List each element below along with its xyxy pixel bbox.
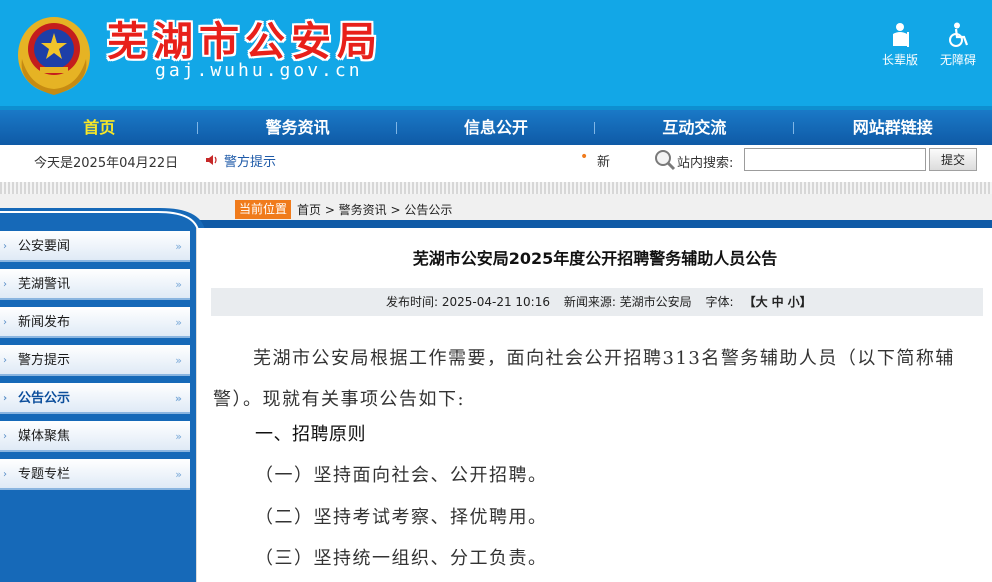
elder-mode-button[interactable]: 长辈版 (874, 22, 926, 68)
section-heading: 一、招聘原则 (255, 424, 366, 445)
nav-item-police-news[interactable]: 警务资讯 (198, 110, 398, 145)
bullet-icon: › (3, 317, 7, 328)
font-small-link[interactable]: 小 (788, 295, 800, 309)
double-chevron-icon: » (174, 392, 182, 405)
breadcrumb-badge: 当前位置 (235, 200, 292, 219)
search-input[interactable] (744, 148, 926, 171)
double-chevron-icon: » (175, 316, 182, 329)
today-date: 今天是2025年04月22日 (34, 156, 179, 171)
site-header: 芜湖市公安局 gaj.wuhu.gov.cn 长辈版 无障碍 (0, 0, 992, 110)
sidebar-item-label: 公告公示 (18, 391, 71, 406)
article: 芜湖市公安局2025年度公开招聘警务辅助人员公告 发布时间: 2025-04-2… (196, 228, 992, 582)
sidebar-item-label: 新闻发布 (18, 315, 71, 330)
double-chevron-icon: » (175, 430, 182, 443)
font-bracket-open: 【 (743, 295, 756, 309)
sidebar-header-curve (0, 208, 205, 230)
search-icon (655, 150, 676, 171)
ticker-text[interactable]: 新 (597, 151, 610, 170)
font-size-label: 字体: (705, 295, 734, 309)
sidebar-item-wuhu-alerts[interactable]: › 芜湖警讯 » (0, 269, 190, 300)
sidebar-item-label: 芜湖警讯 (18, 277, 71, 292)
police-emblem-icon (18, 17, 90, 95)
nav-item-home[interactable]: 首页 (0, 110, 199, 145)
elder-mode-label: 长辈版 (881, 53, 918, 67)
article-meta: 发布时间: 2025-04-21 10:16 新闻来源: 芜湖市公安局 字体: 【… (211, 288, 983, 316)
news-source: 新闻来源: 芜湖市公安局 (563, 295, 692, 309)
police-notice-link[interactable]: 警方提示 (224, 151, 276, 170)
elderly-person-icon (893, 23, 909, 47)
publish-time: 发布时间: 2025-04-21 10:16 (386, 295, 550, 309)
sidebar: › 公安要闻 » › 芜湖警讯 » › 新闻发布 » › 警方提示 » › 公告公示 » › 媒体聚焦… (0, 228, 196, 582)
article-list-item: （一）坚持面向社会、公开招聘。 (255, 465, 548, 486)
ticker-bullet-icon: • (580, 149, 589, 165)
sidebar-item-announcements[interactable]: › 公告公示 » (0, 383, 190, 414)
main-nav: 首页 警务资讯 信息公开 互动交流 网站群链接 (0, 110, 992, 145)
bullet-icon: › (3, 469, 7, 480)
sidebar-item-press-release[interactable]: › 新闻发布 » (0, 307, 190, 338)
bullet-icon: › (3, 431, 7, 442)
info-bar: 今天是2025年04月22日 警方提示 • 新 站内搜索: 提交 (0, 145, 992, 175)
breadcrumb[interactable]: 首页 > 警务资讯 > 公告公示 (297, 201, 452, 218)
wheelchair-icon (949, 22, 969, 47)
site-domain: gaj.wuhu.gov.cn (155, 60, 363, 81)
sidebar-item-police-tips[interactable]: › 警方提示 » (0, 345, 190, 376)
double-chevron-icon: » (175, 468, 182, 481)
sidebar-item-special-topics[interactable]: › 专题专栏 » (0, 459, 190, 490)
sidebar-item-label: 专题专栏 (18, 467, 71, 482)
nav-item-interaction[interactable]: 互动交流 (595, 110, 794, 145)
sidebar-item-label: 媒体聚焦 (18, 429, 71, 444)
bullet-icon: › (3, 279, 7, 290)
article-list-item: （三）坚持统一组织、分工负责。 (255, 548, 548, 569)
speaker-icon (206, 155, 217, 165)
accessibility-button[interactable]: 无障碍 (932, 22, 984, 68)
nav-item-site-links[interactable]: 网站群链接 (794, 110, 992, 145)
double-chevron-icon: » (175, 278, 182, 291)
search-label: 站内搜索: (677, 156, 734, 171)
search-submit-button[interactable]: 提交 (929, 148, 977, 171)
site-title: 芜湖市公安局 (107, 19, 383, 65)
font-bracket-close: 】 (799, 295, 812, 309)
sidebar-item-media-focus[interactable]: › 媒体聚焦 » (0, 421, 190, 452)
article-paragraph: 芜湖市公安局根据工作需要，面向社会公开招聘313名警务辅助人员（以下简称辅警）。… (213, 348, 955, 410)
double-chevron-icon: » (175, 240, 182, 253)
bullet-icon: › (3, 355, 7, 366)
nav-item-info-disclosure[interactable]: 信息公开 (397, 110, 596, 145)
double-chevron-icon: » (175, 354, 182, 367)
article-list-item: （二）坚持考试考察、择优聘用。 (255, 507, 548, 528)
font-medium-link[interactable]: 中 (772, 295, 784, 309)
bullet-icon: › (3, 393, 8, 404)
bullet-icon: › (3, 241, 7, 252)
article-title: 芜湖市公安局2025年度公开招聘警务辅助人员公告 (412, 249, 778, 268)
divider (0, 182, 992, 194)
sidebar-item-label: 公安要闻 (18, 239, 71, 254)
font-large-link[interactable]: 大 (756, 295, 768, 309)
sidebar-item-police-news[interactable]: › 公安要闻 » (0, 231, 190, 262)
sidebar-item-label: 警方提示 (18, 353, 71, 368)
accessibility-label: 无障碍 (939, 53, 976, 67)
